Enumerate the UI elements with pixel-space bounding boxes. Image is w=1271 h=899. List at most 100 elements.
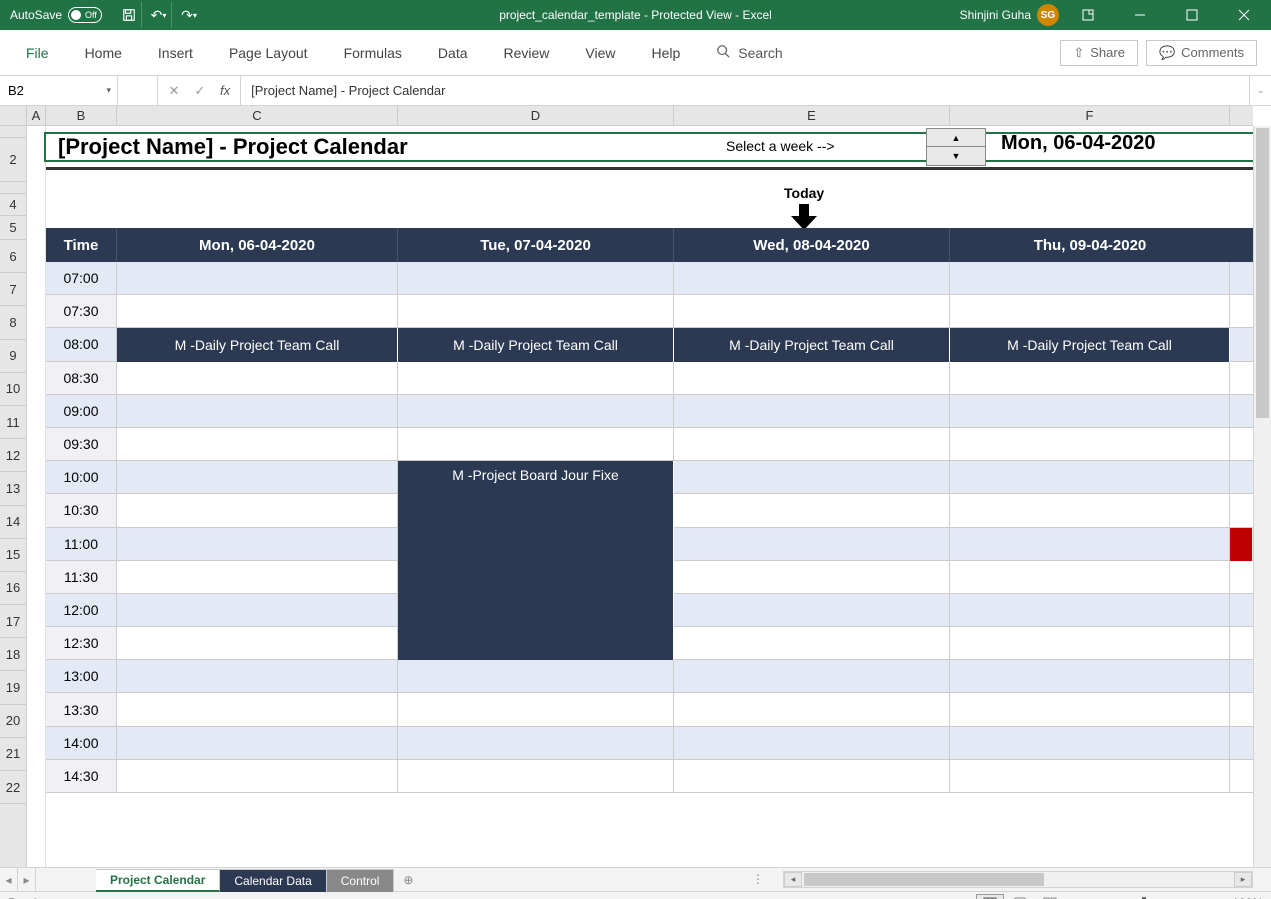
row-header[interactable]: 5 — [0, 216, 26, 240]
cal-cell[interactable] — [950, 528, 1230, 560]
row-header[interactable]: 17 — [0, 605, 26, 638]
cal-cell[interactable] — [398, 295, 674, 327]
cal-cell[interactable] — [117, 295, 398, 327]
row-header[interactable]: 4 — [0, 194, 26, 216]
cal-cell[interactable] — [950, 461, 1230, 493]
view-page-break-icon[interactable] — [1036, 894, 1064, 899]
tab-insert[interactable]: Insert — [140, 37, 211, 69]
col-header-a[interactable]: A — [27, 106, 46, 125]
sheet-tab-control[interactable]: Control — [327, 869, 395, 892]
event-daily-call[interactable]: M -Daily Project Team Call — [398, 328, 674, 361]
vertical-scroll-thumb[interactable] — [1256, 128, 1269, 418]
cal-cell[interactable] — [674, 494, 950, 526]
cal-cell[interactable] — [117, 627, 398, 659]
formula-input[interactable]: [Project Name] - Project Calendar — [241, 76, 1249, 105]
cal-cell[interactable] — [117, 395, 398, 427]
redo-icon[interactable]: ↷▾ — [176, 2, 202, 28]
cal-cell[interactable] — [674, 295, 950, 327]
cal-cell[interactable] — [674, 362, 950, 394]
row-header[interactable]: 19 — [0, 671, 26, 704]
row-header[interactable] — [0, 182, 26, 194]
event-daily-call[interactable]: M -Daily Project Team Call — [117, 328, 398, 361]
cal-cell[interactable] — [950, 660, 1230, 692]
cal-cell[interactable] — [117, 727, 398, 759]
horizontal-scrollbar[interactable]: ◂ ▸ — [783, 871, 1253, 888]
tab-view[interactable]: View — [567, 37, 633, 69]
cal-cell[interactable] — [674, 428, 950, 460]
user-avatar[interactable]: SG — [1037, 4, 1059, 26]
cal-cell[interactable] — [117, 660, 398, 692]
fx-icon[interactable]: fx — [216, 83, 234, 98]
cal-cell[interactable] — [950, 594, 1230, 626]
col-header-d[interactable]: D — [398, 106, 674, 125]
cal-cell[interactable] — [674, 660, 950, 692]
row-header[interactable]: 8 — [0, 306, 26, 339]
tab-page-layout[interactable]: Page Layout — [211, 37, 326, 69]
event-red-marker[interactable] — [1230, 528, 1252, 561]
enter-formula-icon[interactable]: ✓ — [190, 83, 210, 99]
row-header[interactable]: 20 — [0, 705, 26, 738]
cal-cell[interactable] — [950, 627, 1230, 659]
col-header-b[interactable]: B — [46, 106, 117, 125]
view-normal-icon[interactable] — [976, 894, 1004, 899]
cal-cell[interactable] — [398, 262, 674, 294]
share-button[interactable]: ⇧Share — [1060, 40, 1138, 66]
cells-area[interactable]: [Project Name] - Project Calendar Select… — [27, 126, 1253, 867]
zoom-out-icon[interactable]: − — [1066, 896, 1084, 899]
col-header-f[interactable]: F — [950, 106, 1230, 125]
spinner-down-icon[interactable]: ▼ — [926, 147, 986, 166]
row-header[interactable]: 13 — [0, 472, 26, 505]
cal-cell[interactable] — [117, 428, 398, 460]
hscroll-left-icon[interactable]: ◂ — [784, 872, 802, 887]
cal-cell[interactable] — [117, 461, 398, 493]
cal-cell[interactable] — [117, 494, 398, 526]
view-page-layout-icon[interactable] — [1006, 894, 1034, 899]
cal-cell[interactable] — [950, 395, 1230, 427]
cal-cell[interactable] — [398, 660, 674, 692]
row-header[interactable]: 6 — [0, 240, 26, 273]
cal-cell[interactable] — [674, 627, 950, 659]
cal-cell[interactable] — [117, 362, 398, 394]
cal-cell[interactable] — [950, 494, 1230, 526]
row-header[interactable]: 7 — [0, 273, 26, 306]
cal-cell[interactable] — [398, 428, 674, 460]
zoom-level[interactable]: 100% — [1232, 896, 1263, 899]
cal-cell[interactable] — [950, 262, 1230, 294]
event-board-jour-fixe[interactable]: M -Project Board Jour Fixe — [398, 461, 674, 660]
close-icon[interactable] — [1221, 0, 1267, 30]
cal-cell[interactable] — [398, 727, 674, 759]
cal-cell[interactable] — [674, 693, 950, 725]
tab-nav-next-icon[interactable]: ▸ — [18, 868, 36, 891]
cal-cell[interactable] — [398, 693, 674, 725]
split-handle-icon[interactable]: ⋮ — [752, 872, 764, 886]
tab-review[interactable]: Review — [486, 37, 568, 69]
save-icon[interactable] — [116, 2, 142, 28]
undo-icon[interactable]: ↶▾ — [146, 2, 172, 28]
tab-help[interactable]: Help — [634, 37, 699, 69]
cal-cell[interactable] — [674, 561, 950, 593]
tab-formulas[interactable]: Formulas — [326, 37, 420, 69]
row-header[interactable]: 16 — [0, 572, 26, 605]
cal-cell[interactable] — [398, 395, 674, 427]
cal-cell[interactable] — [950, 428, 1230, 460]
cal-cell[interactable] — [117, 528, 398, 560]
select-all-corner[interactable] — [0, 106, 27, 126]
cal-cell[interactable] — [674, 760, 950, 792]
add-sheet-icon[interactable]: ⊕ — [394, 868, 422, 891]
event-daily-call[interactable]: M -Daily Project Team Call — [674, 328, 950, 361]
sheet-tab-project-calendar[interactable]: Project Calendar — [96, 869, 220, 892]
cal-cell[interactable] — [117, 693, 398, 725]
maximize-icon[interactable] — [1169, 0, 1215, 30]
cal-cell[interactable] — [674, 395, 950, 427]
row-header[interactable]: 14 — [0, 506, 26, 539]
row-header[interactable]: 18 — [0, 638, 26, 671]
tell-me-search[interactable]: Search — [716, 44, 782, 61]
tab-file[interactable]: File — [8, 37, 67, 69]
minimize-icon[interactable] — [1117, 0, 1163, 30]
cal-cell[interactable] — [117, 262, 398, 294]
zoom-in-icon[interactable]: + — [1204, 896, 1222, 899]
ribbon-display-options-icon[interactable] — [1065, 0, 1111, 30]
autosave-toggle[interactable]: Off — [68, 7, 102, 23]
tab-data[interactable]: Data — [420, 37, 486, 69]
tab-nav-prev-icon[interactable]: ◂ — [0, 868, 18, 891]
